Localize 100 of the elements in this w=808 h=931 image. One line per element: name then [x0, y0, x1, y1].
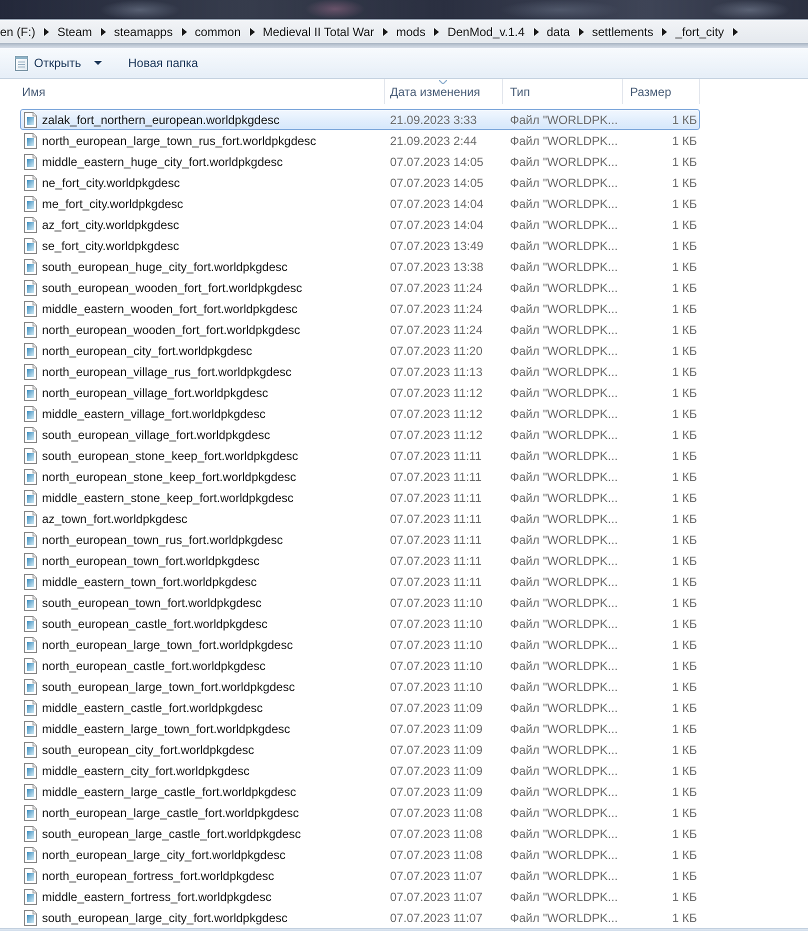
file-row[interactable]: middle_eastern_city_fort.worldpkgdesc 07.07.2023 11:09 Файл "WORLDPK... 1 КБ	[20, 760, 700, 781]
breadcrumb-arrow-icon[interactable]	[383, 28, 388, 36]
breadcrumb-arrow-icon[interactable]	[182, 28, 187, 36]
file-type: Файл "WORLDPK...	[509, 764, 619, 778]
file-row[interactable]: south_european_large_town_fort.worldpkgdesc 07.07.2023 11:10 Файл "WORLDPK... 1 КБ	[20, 676, 700, 697]
file-row[interactable]: south_european_wooden_fort_fort.worldpkgdesc 07.07.2023 11:24 Файл "WORLDPK... 1 КБ	[20, 277, 700, 298]
file-row[interactable]: south_european_huge_city_fort.worldpkgdesc 07.07.2023 13:38 Файл "WORLDPK... 1 КБ	[20, 256, 700, 277]
file-row[interactable]: south_european_stone_keep_fort.worldpkgdesc 07.07.2023 11:11 Файл "WORLDPK... 1 КБ	[20, 445, 700, 466]
breadcrumb-item[interactable]: DenMod_v.1.4	[447, 22, 525, 42]
breadcrumb-item[interactable]: steamapps	[114, 22, 173, 42]
breadcrumb-item[interactable]: Medieval II Total War	[262, 22, 374, 42]
file-icon	[24, 510, 37, 526]
modified-date: 07.07.2023 11:08	[389, 848, 484, 862]
file-row[interactable]: north_european_large_town_rus_fort.worldpkgdesc 21.09.2023 2:44 Файл "WORLDPK... 1 КБ	[20, 130, 700, 151]
toolbar-button[interactable]: Новая папка	[122, 50, 204, 76]
file-icon	[24, 826, 37, 842]
breadcrumb-arrow-icon[interactable]	[101, 28, 106, 36]
file-type: Файл "WORLDPK...	[509, 364, 619, 378]
file-type: Файл "WORLDPK...	[509, 428, 619, 442]
file-row[interactable]: north_european_wooden_fort_fort.worldpkgdesc 07.07.2023 11:24 Файл "WORLDPK... 1 КБ	[20, 319, 700, 340]
file-size: 1 КБ	[672, 322, 698, 336]
breadcrumb-item[interactable]: data	[546, 22, 570, 42]
file-row[interactable]: middle_eastern_village_fort.worldpkgdesc 07.07.2023 11:12 Файл "WORLDPK... 1 КБ	[20, 403, 700, 424]
notepad-icon	[14, 55, 29, 71]
file-row[interactable]: middle_eastern_fortress_fort.worldpkgdesc 07.07.2023 11:07 Файл "WORLDPK... 1 КБ	[20, 886, 700, 907]
modified-date: 07.07.2023 11:09	[389, 722, 484, 736]
file-size: 1 КБ	[672, 260, 698, 274]
file-row[interactable]: north_european_city_fort.worldpkgdesc 07.07.2023 11:20 Файл "WORLDPK... 1 КБ	[20, 340, 700, 361]
file-row[interactable]: south_european_town_fort.worldpkgdesc 07.07.2023 11:10 Файл "WORLDPK... 1 КБ	[20, 592, 700, 613]
file-icon	[24, 784, 37, 800]
breadcrumb-item[interactable]: settlements	[592, 22, 654, 42]
file-row[interactable]: north_european_fortress_fort.worldpkgdesc 07.07.2023 11:07 Файл "WORLDPK... 1 КБ	[20, 865, 700, 886]
file-icon	[24, 658, 37, 674]
file-icon	[24, 448, 37, 464]
file-row[interactable]: middle_eastern_large_town_fort.worldpkgdesc 07.07.2023 11:09 Файл "WORLDPK... 1 КБ	[20, 718, 700, 739]
breadcrumb-arrow-icon[interactable]	[434, 28, 440, 36]
file-type: Файл "WORLDPK...	[509, 512, 619, 526]
breadcrumb-item[interactable]: Steam	[57, 22, 92, 42]
open-menu-button[interactable]: Открыть	[8, 50, 108, 76]
file-row[interactable]: south_european_large_castle_fort.worldpkgdesc 07.07.2023 11:08 Файл "WORLDPK... 1 КБ	[20, 823, 700, 844]
file-type: Файл "WORLDPK...	[509, 596, 619, 610]
file-type: Файл "WORLDPK...	[509, 658, 619, 672]
breadcrumb-item[interactable]: mods	[396, 22, 426, 42]
file-name: middle_eastern_huge_city_fort.worldpkgdesc	[42, 154, 283, 168]
file-name: ne_fort_city.worldpkgdesc	[42, 176, 180, 190]
file-row[interactable]: north_european_town_fort.worldpkgdesc 07.07.2023 11:11 Файл "WORLDPK... 1 КБ	[20, 550, 700, 571]
file-row[interactable]: ne_fort_city.worldpkgdesc 07.07.2023 14:05 Файл "WORLDPK... 1 КБ	[20, 172, 700, 193]
file-row[interactable]: north_european_castle_fort.worldpkgdesc 07.07.2023 11:10 Файл "WORLDPK... 1 КБ	[20, 655, 700, 676]
breadcrumb-arrow-icon[interactable]	[250, 28, 255, 36]
file-row[interactable]: middle_eastern_large_castle_fort.worldpkgdesc 07.07.2023 11:09 Файл "WORLDPK... 1 КБ	[20, 781, 700, 802]
file-icon	[24, 868, 37, 884]
file-size: 1 КБ	[672, 848, 698, 862]
file-size: 1 КБ	[672, 344, 698, 358]
file-icon	[24, 616, 37, 632]
modified-date: 07.07.2023 14:05	[389, 176, 484, 190]
breadcrumb-arrow-icon[interactable]	[733, 28, 738, 36]
modified-date: 07.07.2023 11:11	[389, 512, 483, 526]
file-row[interactable]: middle_eastern_huge_city_fort.worldpkgdesc 07.07.2023 14:05 Файл "WORLDPK... 1 КБ	[20, 151, 700, 172]
file-icon	[24, 910, 37, 926]
breadcrumb-arrow-icon[interactable]	[534, 28, 539, 36]
modified-date: 07.07.2023 11:11	[389, 554, 483, 568]
file-row[interactable]: az_fort_city.worldpkgdesc 07.07.2023 14:04 Файл "WORLDPK... 1 КБ	[20, 214, 700, 235]
file-size: 1 КБ	[672, 532, 698, 546]
file-row[interactable]: north_european_large_town_fort.worldpkgdesc 07.07.2023 11:10 Файл "WORLDPK... 1 КБ	[20, 634, 700, 655]
file-icon	[24, 154, 37, 170]
file-size: 1 КБ	[672, 554, 698, 568]
file-row[interactable]: north_european_large_city_fort.worldpkgdesc 07.07.2023 11:08 Файл "WORLDPK... 1 КБ	[20, 844, 700, 865]
file-row[interactable]: middle_eastern_castle_fort.worldpkgdesc 07.07.2023 11:09 Файл "WORLDPK... 1 КБ	[20, 697, 700, 718]
file-row[interactable]: zalak_fort_northern_european.worldpkgdesc 21.09.2023 3:33 Файл "WORLDPK... 1 КБ	[20, 109, 700, 130]
breadcrumb-arrow-icon[interactable]	[662, 28, 668, 36]
modified-date: 07.07.2023 11:08	[389, 826, 484, 840]
file-row[interactable]: north_european_village_fort.worldpkgdesc 07.07.2023 11:12 Файл "WORLDPK... 1 КБ	[20, 382, 700, 403]
breadcrumb-item[interactable]: en (F:)	[0, 22, 36, 42]
file-row[interactable]: middle_eastern_stone_keep_fort.worldpkgdesc 07.07.2023 11:11 Файл "WORLDPK... 1 КБ	[20, 487, 700, 508]
breadcrumb-arrow-icon[interactable]	[44, 28, 50, 36]
file-row[interactable]: north_european_village_rus_fort.worldpkgdesc 07.07.2023 11:13 Файл "WORLDPK... 1 КБ	[20, 361, 700, 382]
modified-date: 07.07.2023 11:12	[389, 406, 484, 420]
file-type: Файл "WORLDPK...	[509, 112, 619, 126]
file-row[interactable]: middle_eastern_wooden_fort_fort.worldpkgdesc 07.07.2023 11:24 Файл "WORLDPK... 1 КБ	[20, 298, 700, 319]
file-name: south_european_village_fort.worldpkgdesc	[42, 428, 270, 442]
file-size: 1 КБ	[672, 596, 698, 610]
file-row[interactable]: middle_eastern_town_fort.worldpkgdesc 07.07.2023 11:11 Файл "WORLDPK... 1 КБ	[20, 571, 700, 592]
file-row[interactable]: north_european_large_castle_fort.worldpkgdesc 07.07.2023 11:08 Файл "WORLDPK... 1 КБ	[20, 802, 700, 823]
file-icon	[24, 406, 37, 422]
file-type: Файл "WORLDPK...	[509, 890, 619, 904]
breadcrumb-item[interactable]: _fort_city	[675, 22, 724, 42]
file-row[interactable]: me_fort_city.worldpkgdesc 07.07.2023 14:04 Файл "WORLDPK... 1 КБ	[20, 193, 700, 214]
file-row[interactable]: south_european_village_fort.worldpkgdesc 07.07.2023 11:12 Файл "WORLDPK... 1 КБ	[20, 424, 700, 445]
file-row[interactable]: north_european_town_rus_fort.worldpkgdesc 07.07.2023 11:11 Файл "WORLDPK... 1 КБ	[20, 529, 700, 550]
breadcrumb-arrow-icon[interactable]	[578, 28, 584, 36]
file-size: 1 КБ	[672, 616, 698, 630]
file-type: Файл "WORLDPK...	[509, 280, 619, 294]
file-row[interactable]: south_european_large_city_fort.worldpkgdesc 07.07.2023 11:07 Файл "WORLDPK... 1 КБ	[20, 907, 700, 928]
file-icon	[24, 258, 37, 274]
file-row[interactable]: az_town_fort.worldpkgdesc 07.07.2023 11:11 Файл "WORLDPK... 1 КБ	[20, 508, 700, 529]
file-row[interactable]: se_fort_city.worldpkgdesc 07.07.2023 13:49 Файл "WORLDPK... 1 КБ	[20, 235, 700, 256]
breadcrumb-item[interactable]: common	[194, 22, 241, 42]
file-row[interactable]: south_european_city_fort.worldpkgdesc 07.07.2023 11:09 Файл "WORLDPK... 1 КБ	[20, 739, 700, 760]
file-row[interactable]: south_european_castle_fort.worldpkgdesc 07.07.2023 11:10 Файл "WORLDPK... 1 КБ	[20, 613, 700, 634]
file-row[interactable]: north_european_stone_keep_fort.worldpkgdesc 07.07.2023 11:11 Файл "WORLDPK... 1 КБ	[20, 466, 700, 487]
